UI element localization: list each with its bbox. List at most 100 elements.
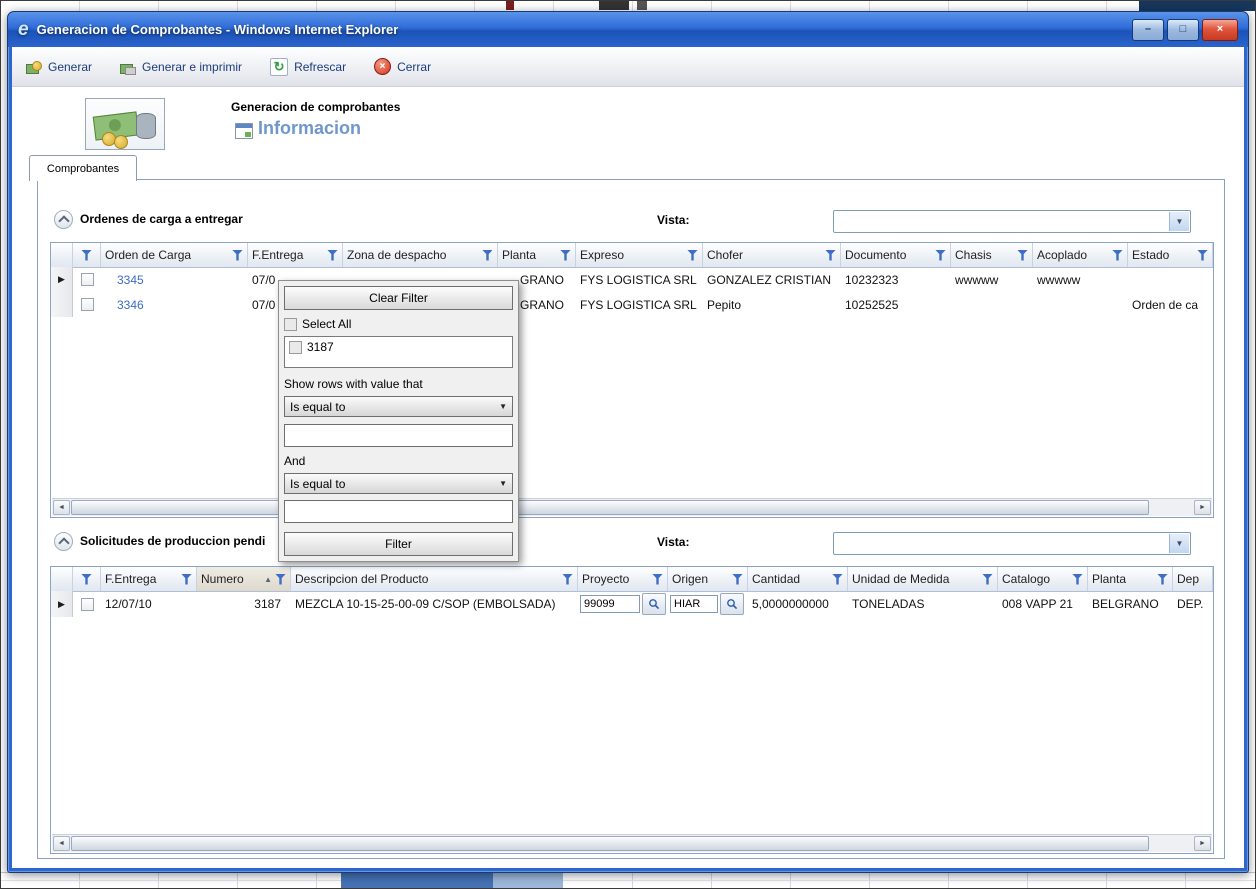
column-header-proyecto[interactable]: Proyecto — [578, 567, 668, 591]
filter-funnel-icon[interactable] — [327, 249, 338, 261]
generar-e-imprimir-button[interactable]: Generar e imprimir — [120, 59, 242, 75]
filter-funnel-icon[interactable] — [1197, 249, 1208, 261]
maximize-button[interactable]: □ — [1167, 18, 1199, 41]
filter-funnel-icon[interactable] — [275, 573, 286, 585]
close-button[interactable]: × — [1202, 18, 1238, 41]
scroll-left-button[interactable]: ◄ — [53, 500, 70, 515]
tab-comprobantes[interactable]: Comprobantes — [29, 155, 137, 181]
column-header-descripcion[interactable]: Descripcion del Producto — [291, 567, 578, 591]
filter-funnel-icon[interactable] — [81, 573, 92, 585]
horizontal-scrollbar[interactable]: ◄ ► — [52, 498, 1212, 516]
column-header-f-entrega[interactable]: F.Entrega — [101, 567, 197, 591]
collapse-solicitudes-button[interactable] — [54, 532, 73, 551]
informacion-icon — [235, 123, 253, 139]
filter-funnel-icon[interactable] — [1112, 249, 1123, 261]
dropdown-arrow-icon: ▼ — [499, 402, 507, 411]
dropdown-arrow-icon[interactable]: ▼ — [1169, 534, 1189, 553]
table-row[interactable]: 3346 07/0 GRANO FYS LOGISTICA SRL Pepito… — [51, 292, 1213, 317]
scroll-right-button[interactable]: ► — [1194, 500, 1211, 515]
header-checkbox-col[interactable] — [73, 567, 101, 591]
column-header-documento[interactable]: Documento — [841, 243, 951, 267]
filter-funnel-icon[interactable] — [687, 249, 698, 261]
scrollbar-thumb[interactable] — [71, 500, 1149, 515]
origen-input[interactable] — [670, 595, 718, 613]
filter-funnel-icon[interactable] — [482, 249, 493, 261]
filter-funnel-icon[interactable] — [562, 573, 573, 585]
column-header-unidad[interactable]: Unidad de Medida — [848, 567, 998, 591]
table-row[interactable]: ▶ 12/07/10 3187 MEZCLA 10-15-25-00-09 C/… — [51, 591, 1213, 617]
column-header-chofer[interactable]: Chofer — [703, 243, 841, 267]
filter-values-listbox[interactable]: 3187 — [284, 336, 513, 368]
table-row[interactable]: ▶ 3345 07/0 GRANO FYS LOGISTICA SRL GONZ… — [51, 267, 1213, 292]
column-header-orden-de-carga[interactable]: Orden de Carga — [101, 243, 248, 267]
filter-button[interactable]: Filter — [284, 532, 513, 556]
horizontal-scrollbar[interactable]: ◄ ► — [52, 834, 1212, 852]
column-header-planta[interactable]: Planta — [498, 243, 576, 267]
select-all-checkbox[interactable] — [284, 317, 297, 331]
magnifier-icon — [649, 599, 660, 610]
column-header-catalogo[interactable]: Catalogo — [998, 567, 1088, 591]
column-header-zona-de-despacho[interactable]: Zona de despacho — [343, 243, 498, 267]
vista-combobox-solicitudes[interactable]: ▼ — [833, 532, 1191, 555]
vista-label-solicitudes: Vista: — [657, 535, 690, 549]
filter-funnel-icon[interactable] — [181, 573, 192, 585]
filter-funnel-icon[interactable] — [935, 249, 946, 261]
filter-funnel-icon[interactable] — [982, 573, 993, 585]
row-checkbox[interactable] — [80, 273, 94, 286]
operator-2-dropdown[interactable]: Is equal to ▼ — [284, 473, 513, 494]
cell-numero: 3187 — [254, 597, 281, 611]
collapse-ordenes-button[interactable] — [54, 210, 73, 229]
filter-funnel-icon[interactable] — [732, 573, 743, 585]
filter-funnel-icon[interactable] — [81, 249, 92, 261]
refrescar-button[interactable]: ↻ Refrescar — [270, 57, 346, 76]
column-header-f-entrega[interactable]: F.Entrega — [248, 243, 343, 267]
chevron-up-icon — [57, 215, 70, 227]
dropdown-arrow-icon[interactable]: ▼ — [1169, 212, 1189, 231]
filter-funnel-icon[interactable] — [560, 249, 571, 261]
column-header-numero[interactable]: Numero ▲ — [197, 567, 291, 591]
title-bar[interactable]: e Generacion de Comprobantes - Windows I… — [8, 12, 1248, 47]
select-all-row: Select All — [284, 317, 513, 331]
filter-value-2-input[interactable] — [284, 500, 513, 523]
lookup-button[interactable] — [642, 593, 666, 615]
filter-value-1-input[interactable] — [284, 424, 513, 447]
cell-orden-de-carga[interactable]: 3345 — [101, 267, 248, 292]
column-header-acoplado[interactable]: Acoplado — [1033, 243, 1128, 267]
header-checkbox-col[interactable] — [73, 243, 101, 267]
column-header-planta[interactable]: Planta — [1088, 567, 1173, 591]
column-header-origen[interactable]: Origen — [668, 567, 748, 591]
generar-imprimir-icon — [120, 59, 137, 75]
clear-filter-button[interactable]: Clear Filter — [284, 286, 513, 310]
column-header-dep[interactable]: Dep — [1173, 567, 1213, 591]
column-label: Descripcion del Producto — [295, 572, 429, 586]
filter-funnel-icon[interactable] — [652, 573, 663, 585]
scroll-left-button[interactable]: ◄ — [53, 836, 70, 851]
cell-proyecto — [578, 591, 668, 617]
cell-orden-de-carga[interactable]: 3346 — [101, 292, 248, 317]
filter-funnel-icon[interactable] — [832, 573, 843, 585]
column-header-expreso[interactable]: Expreso — [576, 243, 703, 267]
operator-1-dropdown[interactable]: Is equal to ▼ — [284, 396, 513, 417]
filter-funnel-icon[interactable] — [1072, 573, 1083, 585]
row-checkbox[interactable] — [80, 597, 94, 611]
row-checkbox[interactable] — [80, 298, 94, 311]
proyecto-input[interactable] — [580, 595, 640, 613]
column-filter-popup: Clear Filter Select All 3187 Show rows w… — [278, 280, 519, 562]
generar-button[interactable]: Generar — [26, 59, 92, 75]
background-gridline — [1, 880, 1255, 881]
filter-funnel-icon[interactable] — [232, 249, 243, 261]
vista-combobox-ordenes[interactable]: ▼ — [833, 210, 1191, 233]
value-checkbox[interactable] — [289, 340, 302, 354]
minimize-button[interactable]: – — [1132, 18, 1164, 41]
lookup-button[interactable] — [720, 593, 744, 615]
filter-funnel-icon[interactable] — [1157, 573, 1168, 585]
column-header-chasis[interactable]: Chasis — [951, 243, 1033, 267]
cell-expreso: FYS LOGISTICA SRL — [580, 297, 697, 312]
scrollbar-thumb[interactable] — [71, 836, 1149, 851]
cerrar-button[interactable]: × Cerrar — [374, 58, 431, 75]
column-header-cantidad[interactable]: Cantidad — [748, 567, 848, 591]
scroll-right-button[interactable]: ► — [1194, 836, 1211, 851]
filter-funnel-icon[interactable] — [825, 249, 836, 261]
column-header-estado[interactable]: Estado — [1128, 243, 1213, 267]
filter-funnel-icon[interactable] — [1017, 249, 1028, 261]
